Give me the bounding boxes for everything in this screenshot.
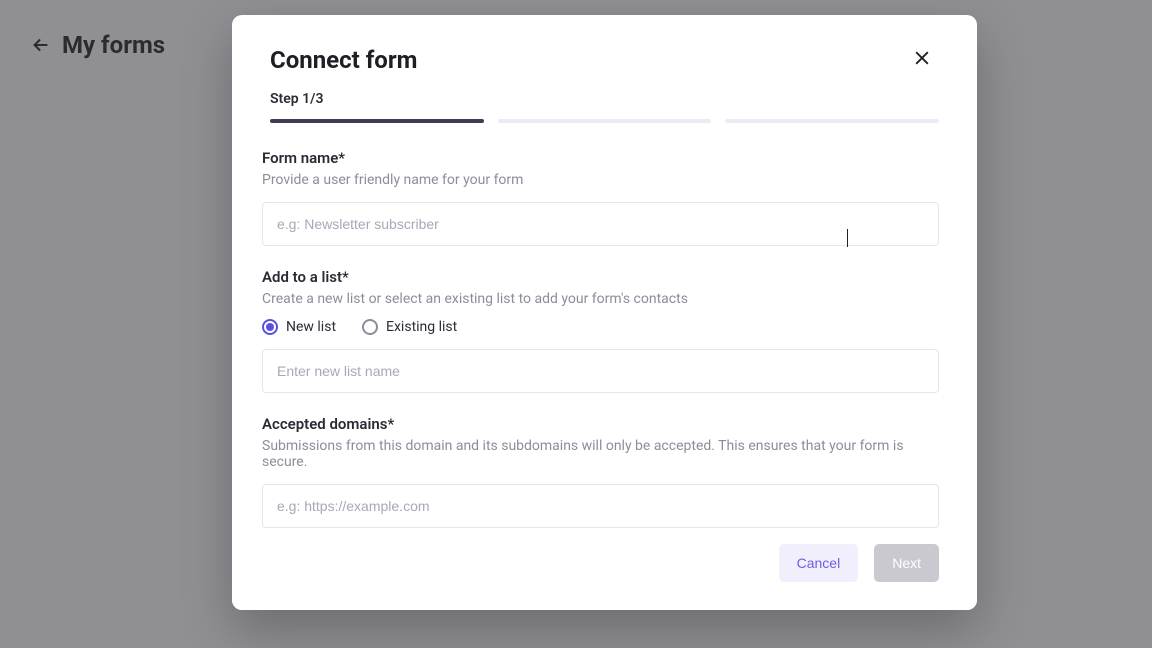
field-form-name: Form name* Provide a user friendly name … [262,149,939,246]
radio-existing-list[interactable]: Existing list [362,319,457,335]
add-to-list-label: Add to a list* [262,268,939,286]
next-button[interactable]: Next [874,544,939,582]
form-name-help: Provide a user friendly name for your fo… [262,172,939,188]
close-icon [912,48,932,72]
progress-segment-3 [725,119,939,123]
text-cursor-icon [847,229,848,247]
new-list-name-input[interactable] [262,349,939,393]
field-add-to-list: Add to a list* Create a new list or sele… [262,268,939,393]
progress-bar [270,119,939,123]
radio-icon [262,319,278,335]
form-name-label: Form name* [262,149,939,167]
radio-icon [362,319,378,335]
progress-segment-1 [270,119,484,123]
radio-new-list-label: New list [286,319,336,335]
accepted-domains-input[interactable] [262,484,939,528]
step-indicator: Step 1/3 [270,91,939,107]
accepted-domains-label: Accepted domains* [262,415,939,433]
field-accepted-domains: Accepted domains* Submissions from this … [262,415,939,528]
modal-title: Connect form [270,46,417,74]
add-to-list-help: Create a new list or select an existing … [262,291,939,307]
radio-new-list[interactable]: New list [262,319,336,335]
close-button[interactable] [905,43,939,77]
connect-form-modal: Connect form Step 1/3 Form name* Provide… [232,15,977,610]
list-option-radio-group: New list Existing list [262,319,939,335]
cancel-button[interactable]: Cancel [779,544,859,582]
accepted-domains-help: Submissions from this domain and its sub… [262,438,939,470]
modal-header: Connect form Step 1/3 [232,15,977,123]
progress-segment-2 [498,119,712,123]
modal-footer: Cancel Next [232,530,977,610]
form-name-input[interactable] [262,202,939,246]
radio-existing-list-label: Existing list [386,319,457,335]
